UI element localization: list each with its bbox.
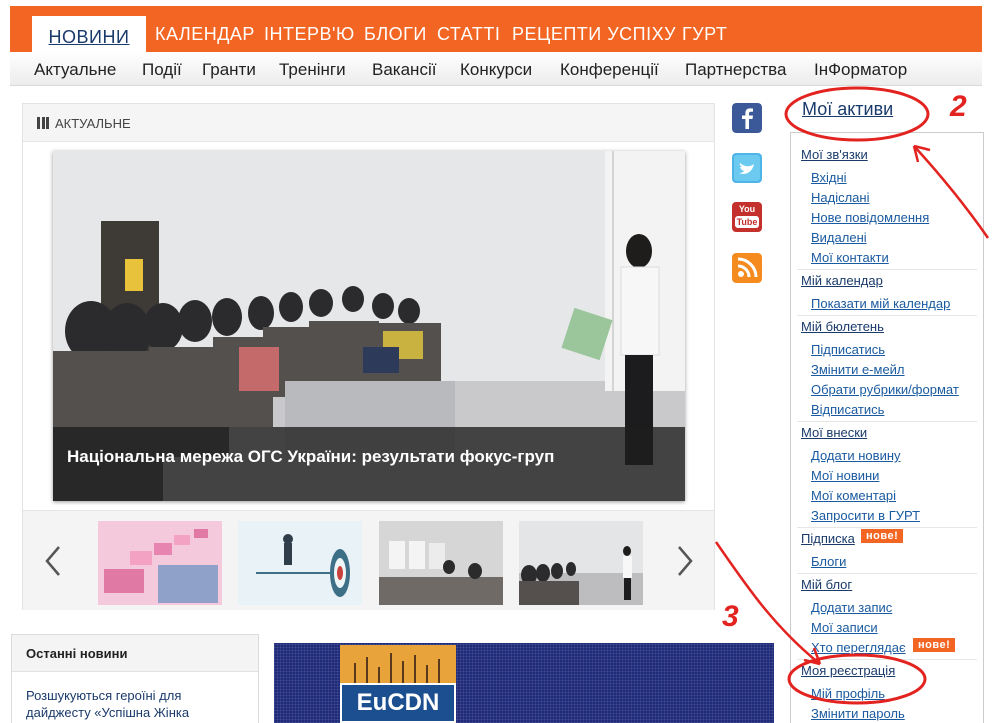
sidebar-heading-bulletin[interactable]: Мій бюлетень xyxy=(801,319,884,334)
latest-news-box: Останні новини Розшукуються героїні для … xyxy=(11,634,259,723)
sidebar-heading-calendar[interactable]: Мій календар xyxy=(801,273,883,288)
sidebar-item-my-comments[interactable]: Мої коментарі xyxy=(811,488,896,503)
sidebar-item-unsubscribe[interactable]: Відписатись xyxy=(811,402,884,417)
tab-blogs[interactable]: БЛОГИ xyxy=(364,24,427,45)
sidebar-heading-registration[interactable]: Моя реєстрація xyxy=(801,663,895,678)
sidebar-heading-contributions[interactable]: Мої внески xyxy=(801,425,867,440)
new-badge: нове! xyxy=(861,529,904,543)
latest-news-item[interactable]: Розшукуються героїні для дайджесту «Успі… xyxy=(26,687,226,721)
subnav-item-grants[interactable]: Гранти xyxy=(202,60,256,80)
thumbnail-4[interactable] xyxy=(519,521,643,605)
youtube-you-text: You xyxy=(738,204,756,214)
divider xyxy=(797,269,977,270)
sidebar-item-show-calendar[interactable]: Показати мій календар xyxy=(811,296,950,311)
subnav-item-conferences[interactable]: Конференції xyxy=(560,60,659,80)
divider xyxy=(797,315,977,316)
conference-thumbnail-image xyxy=(519,521,643,605)
annotation-number-2: 2 xyxy=(950,90,967,123)
sidebar-heading-subscription[interactable]: Підписка xyxy=(801,531,855,546)
thumbnail-2[interactable] xyxy=(238,521,362,605)
sidebar-heading-connections[interactable]: Мої зв'язки xyxy=(801,147,868,162)
latest-news-header: Останні новини xyxy=(12,635,258,672)
sidebar-item-blogs[interactable]: Блоги xyxy=(811,554,846,569)
sidebar-item-add-news[interactable]: Додати новину xyxy=(811,448,901,463)
panel-header: АКТУАЛЬНЕ xyxy=(23,104,714,142)
annotation-number-3: 3 xyxy=(722,600,739,633)
sidebar-item-deleted[interactable]: Видалені xyxy=(811,230,867,245)
divider xyxy=(797,421,977,422)
sidebar-item-choose-format[interactable]: Обрати рубрики/формат xyxy=(811,382,959,397)
my-assets-title[interactable]: Мої активи xyxy=(802,99,893,120)
sidebar-item-new-message[interactable]: Нове повідомлення xyxy=(811,210,929,225)
tab-articles[interactable]: СТАТТІ xyxy=(437,24,500,45)
sub-nav: Актуальне Події Гранти Тренінги Вакансії… xyxy=(10,52,982,86)
subnav-item-informator[interactable]: ІнФорматор xyxy=(814,60,907,80)
envelopes-thumbnail-image xyxy=(98,521,222,605)
sidebar-item-my-news[interactable]: Мої новини xyxy=(811,468,879,483)
eucdn-logo-graphic xyxy=(340,645,456,683)
featured-panel: АКТУАЛЬНЕ Національна мережа ОГС України… xyxy=(22,103,715,610)
sidebar-item-contacts[interactable]: Мої контакти xyxy=(811,250,889,265)
sidebar-item-add-post[interactable]: Додати запис xyxy=(811,600,892,615)
new-badge: нове! xyxy=(913,638,956,652)
latest-news-title: Останні новини xyxy=(26,646,128,661)
thumbnail-strip xyxy=(23,510,714,610)
slide-caption: Національна мережа ОГС України: результа… xyxy=(53,427,685,501)
tab-calendar[interactable]: КАЛЕНДАР xyxy=(155,24,255,45)
facebook-icon[interactable] xyxy=(732,103,762,133)
rss-icon[interactable] xyxy=(732,253,762,283)
sidebar-item-who-views[interactable]: Хто переглядає xyxy=(811,640,911,655)
subnav-item-trainings[interactable]: Тренінги xyxy=(279,60,346,80)
sidebar-item-subscribe[interactable]: Підписатись xyxy=(811,342,885,357)
subnav-item-vacancies[interactable]: Вакансії xyxy=(372,60,436,80)
tab-news[interactable]: НОВИНИ xyxy=(32,16,146,52)
workshop-thumbnail-image xyxy=(379,521,503,605)
subnav-item-events[interactable]: Події xyxy=(142,60,182,80)
sidebar-item-change-email[interactable]: Змінити е-мейл xyxy=(811,362,905,377)
sidebar-item-invite[interactable]: Запросити в ГУРТ xyxy=(811,508,920,523)
sidebar-item-my-posts[interactable]: Мої записи xyxy=(811,620,878,635)
sidebar-item-inbox[interactable]: Вхідні xyxy=(811,170,847,185)
grid-icon xyxy=(37,117,49,129)
thumbnail-3[interactable] xyxy=(379,521,503,605)
panel-title: АКТУАЛЬНЕ xyxy=(55,116,131,131)
tab-gurt[interactable]: ГУРТ xyxy=(682,24,727,45)
sidebar-heading-my-blog[interactable]: Мій блог xyxy=(801,577,852,592)
thumbnail-1[interactable] xyxy=(98,521,222,605)
subnav-item-contests[interactable]: Конкурси xyxy=(460,60,532,80)
sidebar-item-change-password[interactable]: Змінити пароль xyxy=(811,706,905,721)
youtube-tube-text: Tube xyxy=(735,216,759,228)
youtube-icon[interactable]: You Tube xyxy=(732,202,762,232)
next-arrow-icon[interactable] xyxy=(673,541,697,581)
top-nav: НОВИНИ КАЛЕНДАР ІНТЕРВ'Ю БЛОГИ СТАТТІ РЕ… xyxy=(10,6,982,52)
subnav-item-actual[interactable]: Актуальне xyxy=(34,60,116,80)
my-assets-menu: Мої зв'язки Вхідні Надіслані Нове повідо… xyxy=(790,132,984,723)
target-thumbnail-image xyxy=(238,521,362,605)
slide-caption-text[interactable]: Національна мережа ОГС України: результа… xyxy=(67,447,554,467)
eucdn-banner[interactable]: EuCDN xyxy=(274,643,774,723)
prev-arrow-icon[interactable] xyxy=(41,541,65,581)
subnav-item-partnerships[interactable]: Партнерства xyxy=(685,60,786,80)
featured-photo[interactable]: Національна мережа ОГС України: результа… xyxy=(53,151,685,501)
tab-interviews[interactable]: ІНТЕРВ'Ю xyxy=(264,24,355,45)
divider xyxy=(797,527,977,528)
tab-success-recipes[interactable]: РЕЦЕПТИ УСПІХУ xyxy=(512,24,676,45)
twitter-icon[interactable] xyxy=(732,153,762,183)
sidebar-item-my-profile[interactable]: Мій профіль xyxy=(811,686,885,701)
divider xyxy=(797,573,977,574)
sidebar-item-sent[interactable]: Надіслані xyxy=(811,190,869,205)
divider xyxy=(797,659,977,660)
eucdn-logo-text: EuCDN xyxy=(340,683,456,723)
